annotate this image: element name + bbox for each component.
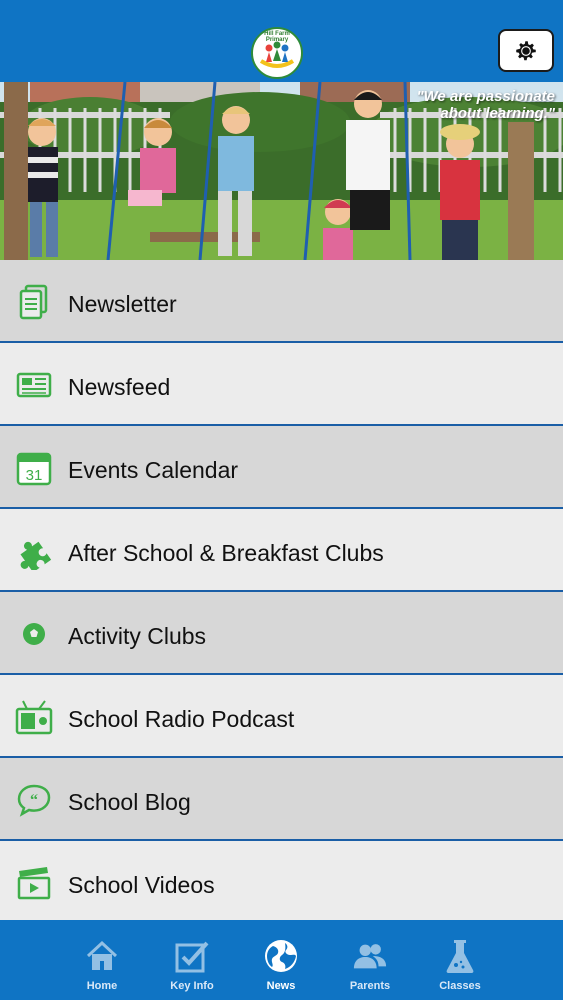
- app-header: Hill Farm Primary: [0, 0, 563, 82]
- home-icon: [84, 938, 120, 974]
- chat-bubble-icon: “: [14, 782, 54, 818]
- menu-item-school-videos[interactable]: School Videos: [0, 841, 563, 924]
- people-icon: [352, 938, 388, 974]
- tab-label: Classes: [439, 980, 481, 992]
- menu-item-label: After School & Breakfast Clubs: [68, 540, 384, 566]
- tab-label: Key Info: [170, 980, 214, 992]
- logo-text: Hill Farm Primary: [264, 31, 290, 43]
- newspaper-icon: [14, 367, 54, 403]
- tab-home[interactable]: Home: [57, 920, 147, 1000]
- tab-label: Parents: [349, 980, 391, 992]
- svg-text:“: “: [30, 792, 38, 809]
- tab-classes[interactable]: Classes: [415, 920, 505, 1000]
- tab-label: News: [266, 980, 296, 992]
- flask-icon: [442, 938, 478, 974]
- menu-item-school-radio-podcast[interactable]: School Radio Podcast: [0, 675, 563, 758]
- gear-icon: [516, 40, 536, 60]
- tab-parents[interactable]: Parents: [325, 920, 415, 1000]
- menu-item-newsletter[interactable]: Newsletter: [0, 260, 563, 343]
- menu-item-newsfeed[interactable]: Newsfeed: [0, 343, 563, 426]
- menu-item-label: Events Calendar: [68, 457, 239, 483]
- tab-label: Home: [86, 980, 118, 992]
- document-icon: [14, 284, 54, 320]
- menu-item-after-school-clubs[interactable]: After School & Breakfast Clubs: [0, 509, 563, 592]
- news-menu-list: Newsletter Newsfeed 31 Events Calendar A…: [0, 260, 563, 924]
- tab-key-info[interactable]: Key Info: [147, 920, 237, 1000]
- menu-item-events-calendar[interactable]: 31 Events Calendar: [0, 426, 563, 509]
- menu-item-label: School Videos: [68, 872, 215, 898]
- svg-text:31: 31: [26, 467, 43, 484]
- calendar-icon: 31: [14, 450, 54, 486]
- settings-button[interactable]: [498, 29, 554, 72]
- globe-icon: [263, 938, 299, 974]
- bottom-tab-bar: Home Key Info News Parents Classes: [0, 920, 563, 1000]
- banner-photo: "We are passionate about learning.": [0, 82, 563, 260]
- checkbox-icon: [174, 938, 210, 974]
- football-icon: [14, 616, 54, 652]
- menu-item-label: Activity Clubs: [68, 623, 207, 649]
- puzzle-icon: [14, 533, 54, 570]
- menu-item-label: School Blog: [68, 789, 191, 815]
- menu-item-label: School Radio Podcast: [68, 706, 295, 732]
- radio-icon: [14, 699, 54, 735]
- menu-item-activity-clubs[interactable]: Activity Clubs: [0, 592, 563, 675]
- menu-item-label: Newsfeed: [68, 374, 171, 400]
- tab-news[interactable]: News: [236, 920, 326, 1000]
- school-logo: Hill Farm Primary: [251, 27, 303, 79]
- clapperboard-icon: [14, 865, 54, 901]
- menu-item-school-blog[interactable]: “ School Blog: [0, 758, 563, 841]
- menu-item-label: Newsletter: [68, 291, 177, 317]
- banner-tagline: "We are passionate about learning.": [416, 88, 555, 122]
